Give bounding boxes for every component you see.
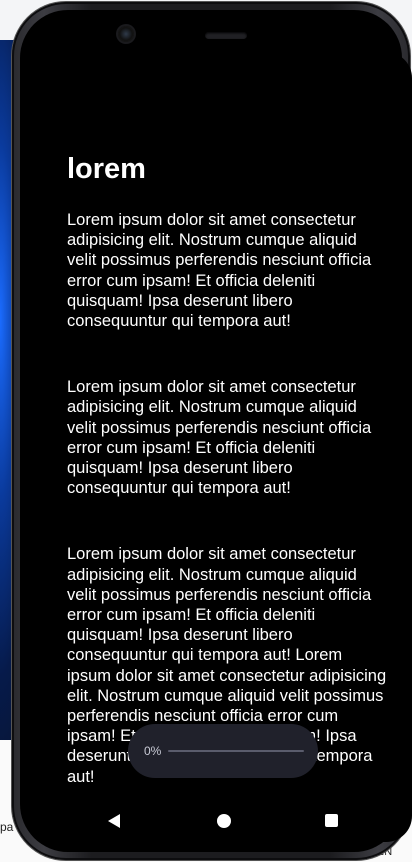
front-camera-icon [118, 26, 134, 42]
scroll-progress-indicator: 0% [128, 724, 318, 778]
paragraph-2: Lorem ipsum dolor sit amet consectetur a… [67, 378, 372, 498]
recents-icon[interactable] [325, 814, 338, 827]
page-title: lorem [67, 153, 146, 185]
earpiece-speaker [205, 32, 247, 39]
phone-frame: lorem Lorem ipsum dolor sit amet consect… [12, 2, 412, 860]
progress-track [168, 750, 304, 752]
page-content: lorem Lorem ipsum dolor sit amet consect… [67, 152, 387, 787]
home-icon[interactable] [217, 814, 231, 828]
progress-label: 0% [144, 744, 162, 758]
phone-screen[interactable]: lorem Lorem ipsum dolor sit amet consect… [36, 52, 412, 842]
scene: pa DEN lorem Lorem ipsum dolor sit amet … [0, 0, 412, 862]
background-text-left: pa [0, 820, 14, 834]
back-icon[interactable] [108, 814, 120, 828]
paragraph-1: Lorem ipsum dolor sit amet consectetur a… [67, 211, 372, 331]
